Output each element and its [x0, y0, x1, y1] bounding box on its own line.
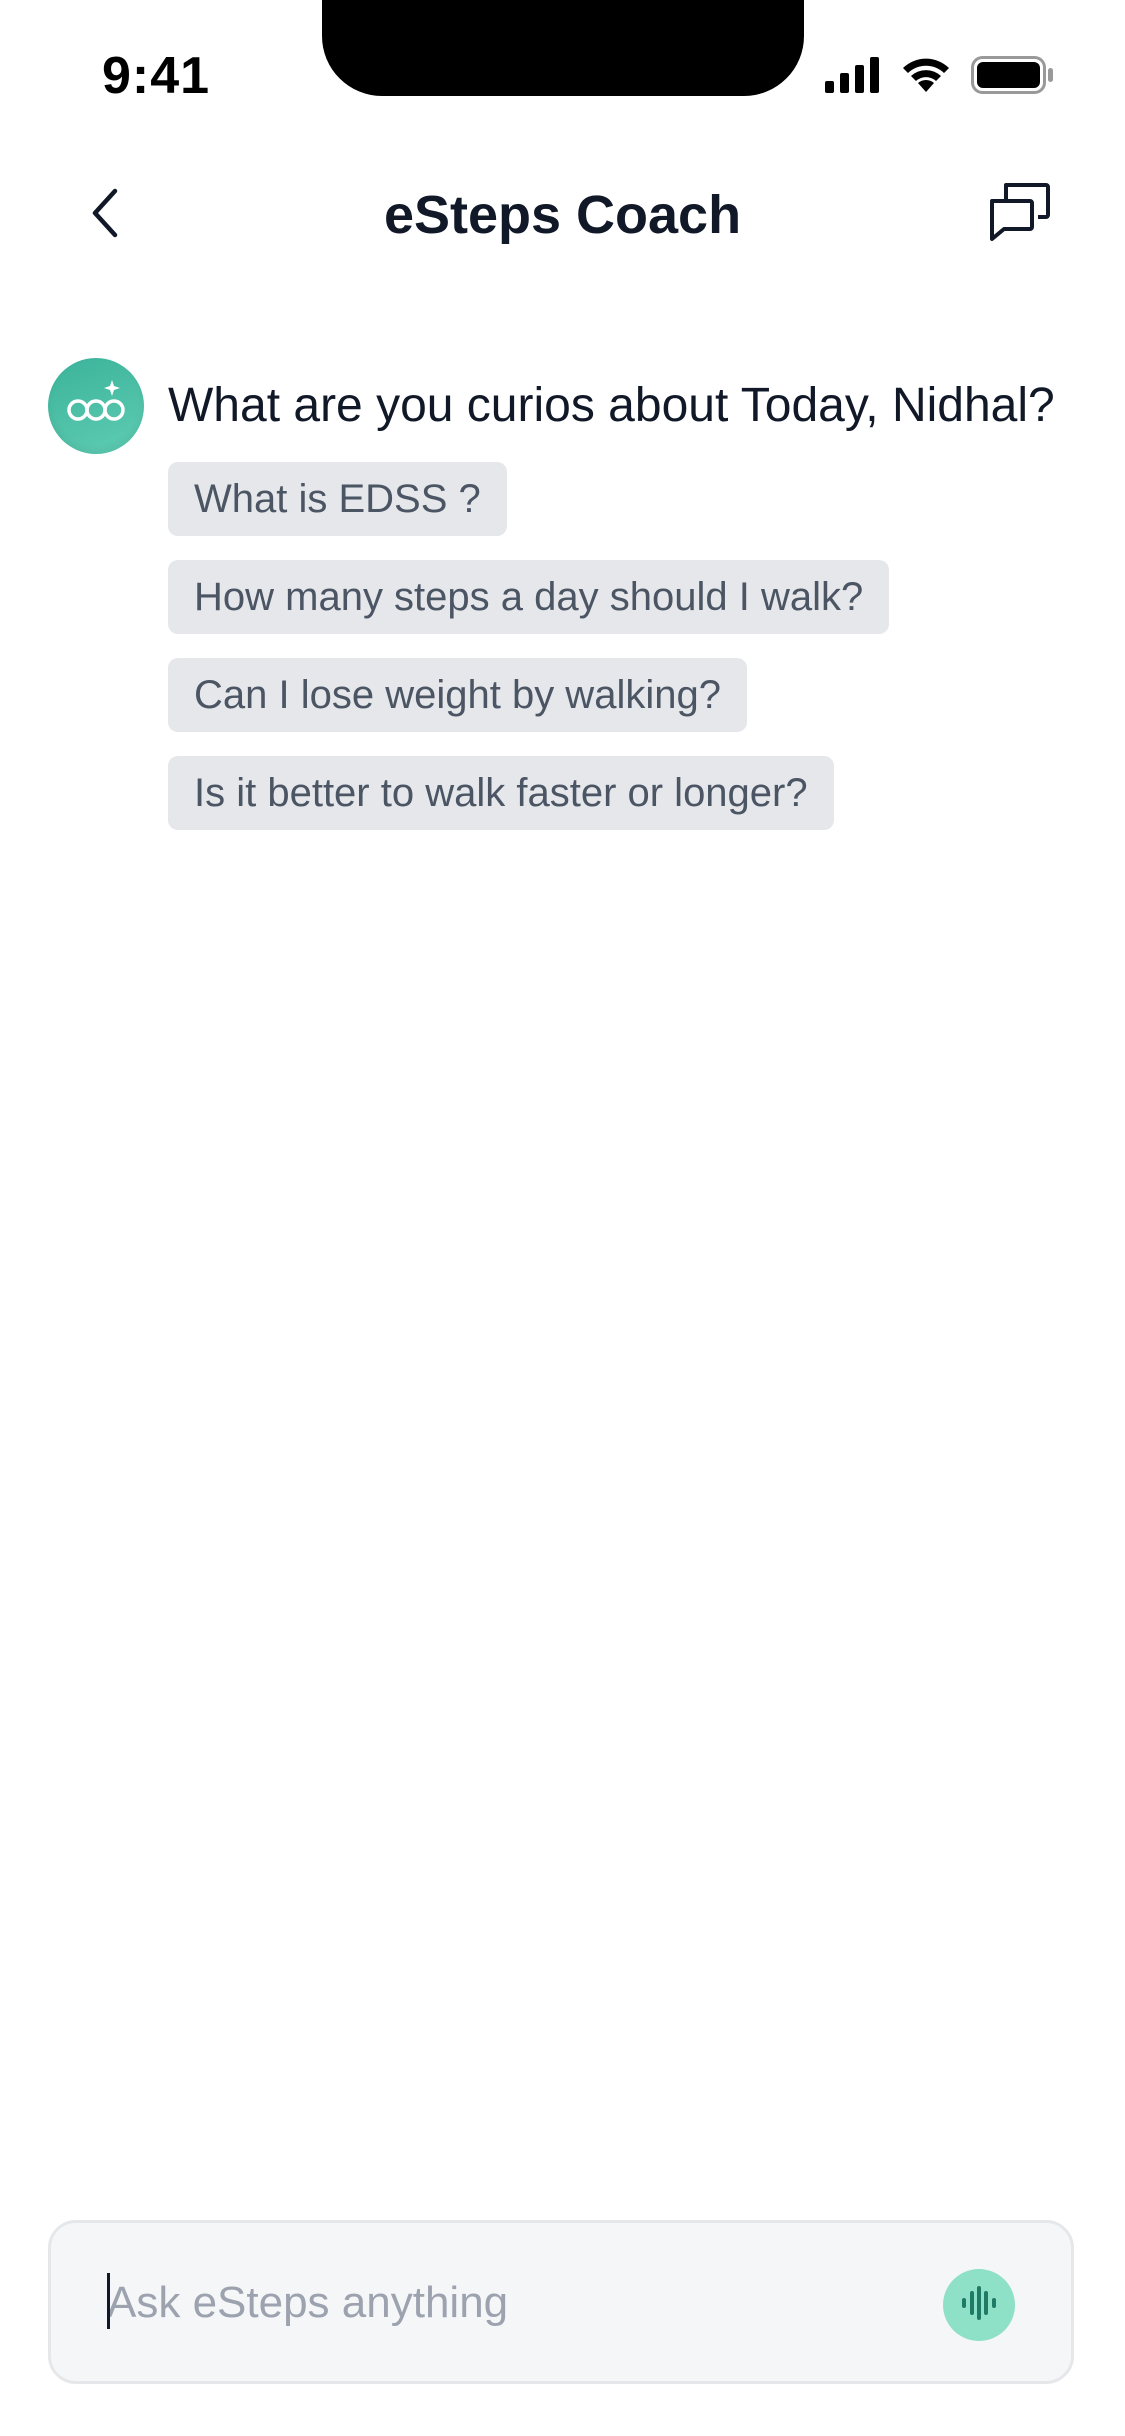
- voice-waveform-icon: [959, 2283, 999, 2328]
- suggestion-chip[interactable]: Can I lose weight by walking?: [168, 658, 747, 732]
- suggestion-chip[interactable]: Is it better to walk faster or longer?: [168, 756, 834, 830]
- message-composer: [48, 2220, 1074, 2384]
- status-time: 9:41: [102, 47, 211, 105]
- status-bar: 9:41: [0, 0, 1125, 140]
- page-title: eSteps Coach: [383, 185, 742, 245]
- suggestion-list: What is EDSS ? How many steps a day shou…: [168, 462, 890, 830]
- coach-avatar-icon: [48, 358, 144, 454]
- cellular-signal-icon: [825, 57, 881, 98]
- ask-input[interactable]: [107, 2263, 907, 2343]
- voice-input-button[interactable]: [943, 2269, 1015, 2341]
- notch: [322, 0, 804, 96]
- text-caret: [107, 2273, 110, 2329]
- suggestion-chip[interactable]: What is EDSS ?: [168, 462, 507, 536]
- suggestion-chip[interactable]: How many steps a day should I walk?: [168, 560, 890, 634]
- greeting-text: What are you curios about Today, Nidhal?: [168, 379, 1055, 432]
- chat-bubbles-icon: [986, 181, 1052, 248]
- header: eSteps Coach: [0, 160, 1125, 270]
- status-icons: [825, 56, 1055, 99]
- wifi-icon: [899, 56, 953, 99]
- battery-icon: [971, 56, 1055, 99]
- chat-history-button[interactable]: [979, 174, 1059, 254]
